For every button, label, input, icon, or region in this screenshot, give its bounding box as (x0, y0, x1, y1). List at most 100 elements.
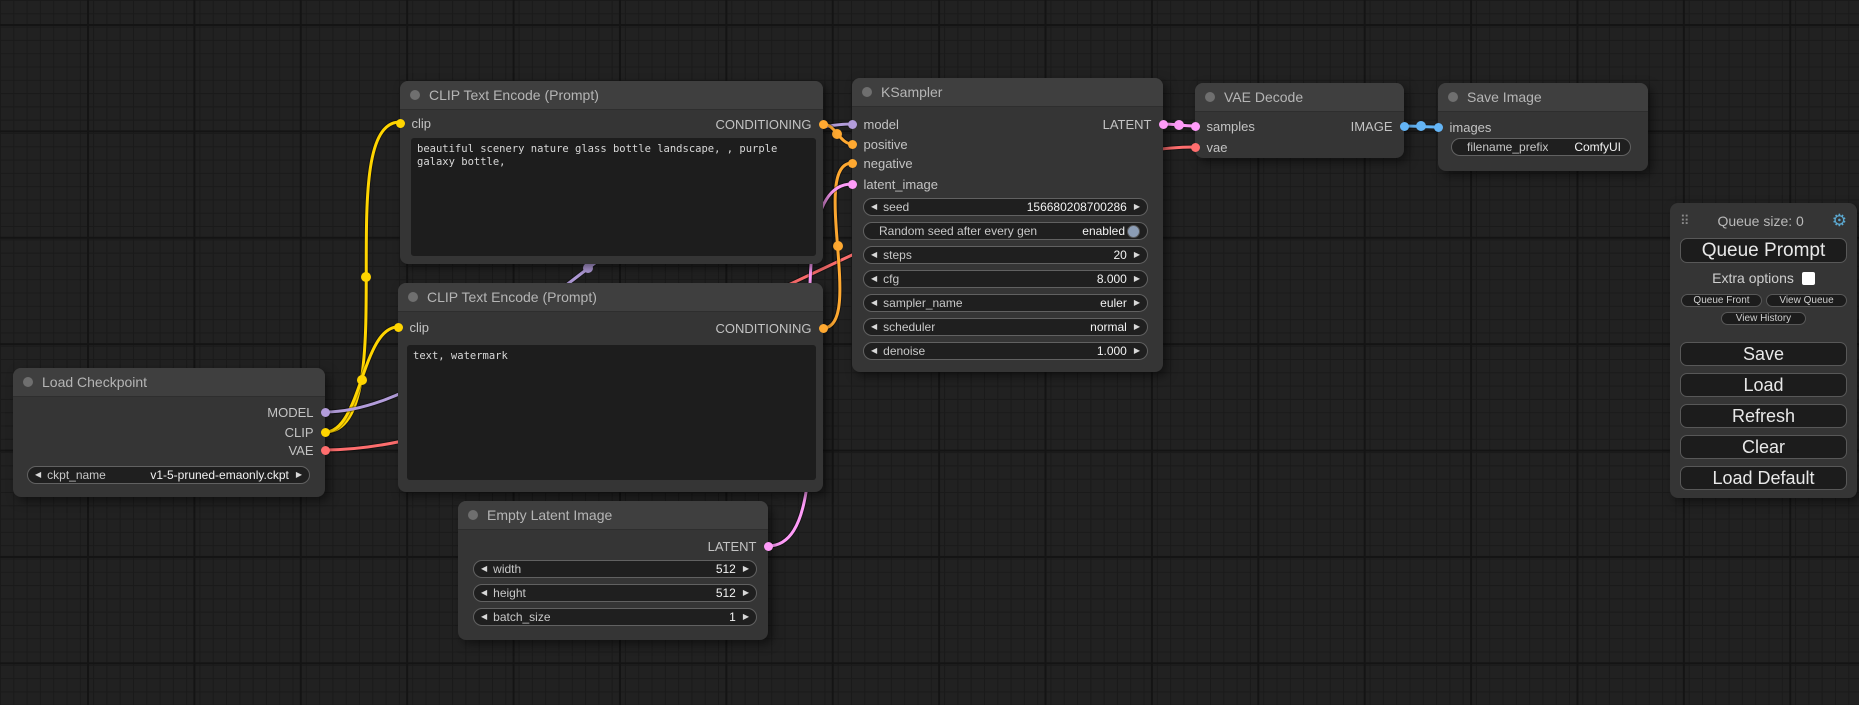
output-port-latent[interactable] (1159, 120, 1168, 129)
load-button[interactable]: Load (1680, 373, 1847, 397)
widget-width[interactable]: ◀ width 512 ▶ (473, 560, 757, 578)
prompt-textarea[interactable]: text, watermark (407, 345, 816, 480)
widget-height[interactable]: ◀ height 512 ▶ (473, 584, 757, 602)
decrement-arrow-icon[interactable]: ◀ (481, 589, 487, 597)
link-midpoint-dot (361, 272, 371, 282)
output-port-conditioning[interactable] (819, 120, 828, 129)
decrement-arrow-icon[interactable]: ◀ (871, 275, 877, 283)
node-clip-text-encode-positive[interactable]: CLIP Text Encode (Prompt) clip CONDITION… (400, 81, 823, 264)
increment-arrow-icon[interactable]: ▶ (1134, 347, 1140, 355)
drag-handle-icon[interactable]: ⠿ (1680, 213, 1690, 229)
toggle-enabled-icon[interactable] (1127, 225, 1140, 238)
collapse-dot-icon[interactable] (408, 292, 418, 302)
output-port-clip[interactable] (321, 428, 330, 437)
input-port-latent-image[interactable] (848, 180, 857, 189)
collapse-dot-icon[interactable] (1205, 92, 1215, 102)
widget-value: 20 (1113, 248, 1126, 262)
input-port-positive[interactable] (848, 140, 857, 149)
increment-arrow-icon[interactable]: ▶ (743, 613, 749, 621)
collapse-dot-icon[interactable] (23, 377, 33, 387)
widget-denoise[interactable]: ◀ denoise 1.000 ▶ (863, 342, 1148, 360)
link-midpoint-dot (832, 129, 842, 139)
widget-cfg[interactable]: ◀ cfg 8.000 ▶ (863, 270, 1148, 288)
decrement-arrow-icon[interactable]: ◀ (871, 299, 877, 307)
widget-filename-prefix[interactable]: filename_prefix ComfyUI (1451, 138, 1631, 156)
input-port-samples[interactable] (1191, 122, 1200, 131)
decrement-arrow-icon[interactable]: ◀ (35, 471, 41, 479)
node-title-bar[interactable]: VAE Decode (1195, 83, 1404, 112)
increment-arrow-icon[interactable]: ▶ (1134, 323, 1140, 331)
increment-arrow-icon[interactable]: ▶ (1134, 275, 1140, 283)
output-port-vae[interactable] (321, 446, 330, 455)
save-button[interactable]: Save (1680, 342, 1847, 366)
node-title-bar[interactable]: CLIP Text Encode (Prompt) (400, 81, 823, 110)
output-port-image[interactable] (1400, 122, 1409, 131)
input-port-images[interactable] (1434, 123, 1443, 132)
increment-arrow-icon[interactable]: ▶ (1134, 203, 1140, 211)
collapse-dot-icon[interactable] (1448, 92, 1458, 102)
decrement-arrow-icon[interactable]: ◀ (871, 323, 877, 331)
node-ksampler[interactable]: KSampler model positive negative latent_… (852, 78, 1163, 372)
load-default-button[interactable]: Load Default (1680, 466, 1847, 490)
node-title-bar[interactable]: Save Image (1438, 83, 1648, 112)
collapse-dot-icon[interactable] (410, 90, 420, 100)
widget-value: euler (1100, 296, 1127, 310)
increment-arrow-icon[interactable]: ▶ (1134, 299, 1140, 307)
node-vae-decode[interactable]: VAE Decode samples vae IMAGE (1195, 83, 1404, 158)
decrement-arrow-icon[interactable]: ◀ (481, 565, 487, 573)
widget-ckpt-name[interactable]: ◀ ckpt_name v1-5-pruned-emaonly.ckpt ▶ (27, 466, 310, 484)
extra-options-label: Extra options (1712, 270, 1794, 286)
collapse-dot-icon[interactable] (468, 510, 478, 520)
refresh-button[interactable]: Refresh (1680, 404, 1847, 428)
widget-label: height (493, 586, 526, 600)
increment-arrow-icon[interactable]: ▶ (296, 471, 302, 479)
decrement-arrow-icon[interactable]: ◀ (871, 203, 877, 211)
port-label: CONDITIONING (715, 321, 811, 336)
node-title-bar[interactable]: CLIP Text Encode (Prompt) (398, 283, 823, 312)
node-save-image[interactable]: Save Image images filename_prefix ComfyU… (1438, 83, 1648, 171)
gear-icon[interactable]: ⚙ (1832, 211, 1847, 231)
link-midpoint-dot (357, 375, 367, 385)
increment-arrow-icon[interactable]: ▶ (1134, 251, 1140, 259)
widget-steps[interactable]: ◀ steps 20 ▶ (863, 246, 1148, 264)
input-port-vae[interactable] (1191, 143, 1200, 152)
port-label: CONDITIONING (715, 117, 811, 132)
link-midpoint-dot (583, 263, 593, 273)
output-port-latent[interactable] (764, 542, 773, 551)
clear-button[interactable]: Clear (1680, 435, 1847, 459)
widget-scheduler[interactable]: ◀ scheduler normal ▶ (863, 318, 1148, 336)
prompt-textarea[interactable]: beautiful scenery nature glass bottle la… (411, 138, 816, 256)
decrement-arrow-icon[interactable]: ◀ (871, 251, 877, 259)
increment-arrow-icon[interactable]: ▶ (743, 589, 749, 597)
port-label: MODEL (267, 405, 313, 420)
input-port-clip[interactable] (394, 323, 403, 332)
input-port-model[interactable] (848, 120, 857, 129)
input-port-negative[interactable] (848, 159, 857, 168)
widget-random-seed-toggle[interactable]: Random seed after every gen enabled (863, 222, 1148, 240)
output-port-model[interactable] (321, 408, 330, 417)
decrement-arrow-icon[interactable]: ◀ (871, 347, 877, 355)
queue-prompt-button[interactable]: Queue Prompt (1680, 238, 1847, 263)
decrement-arrow-icon[interactable]: ◀ (481, 613, 487, 621)
port-label: CLIP (285, 425, 314, 440)
view-history-button[interactable]: View History (1721, 312, 1806, 325)
widget-batch-size[interactable]: ◀ batch_size 1 ▶ (473, 608, 757, 626)
widget-value: 512 (716, 562, 736, 576)
node-title-bar[interactable]: Empty Latent Image (458, 501, 768, 530)
increment-arrow-icon[interactable]: ▶ (743, 565, 749, 573)
widget-sampler-name[interactable]: ◀ sampler_name euler ▶ (863, 294, 1148, 312)
extra-options-checkbox[interactable] (1802, 272, 1815, 285)
node-title: KSampler (881, 84, 942, 100)
node-clip-text-encode-negative[interactable]: CLIP Text Encode (Prompt) clip CONDITION… (398, 283, 823, 492)
queue-front-button[interactable]: Queue Front (1681, 294, 1762, 307)
input-port-clip[interactable] (396, 119, 405, 128)
widget-seed[interactable]: ◀ seed 156680208700286 ▶ (863, 198, 1148, 216)
node-load-checkpoint[interactable]: Load Checkpoint MODEL CLIP VAE ◀ ckpt_na… (13, 368, 325, 497)
node-graph-canvas[interactable]: Load Checkpoint MODEL CLIP VAE ◀ ckpt_na… (0, 0, 1859, 705)
node-title-bar[interactable]: KSampler (852, 78, 1163, 107)
output-port-conditioning[interactable] (819, 324, 828, 333)
view-queue-button[interactable]: View Queue (1766, 294, 1847, 307)
node-title-bar[interactable]: Load Checkpoint (13, 368, 325, 397)
collapse-dot-icon[interactable] (862, 87, 872, 97)
node-empty-latent-image[interactable]: Empty Latent Image LATENT ◀ width 512 ▶ … (458, 501, 768, 640)
